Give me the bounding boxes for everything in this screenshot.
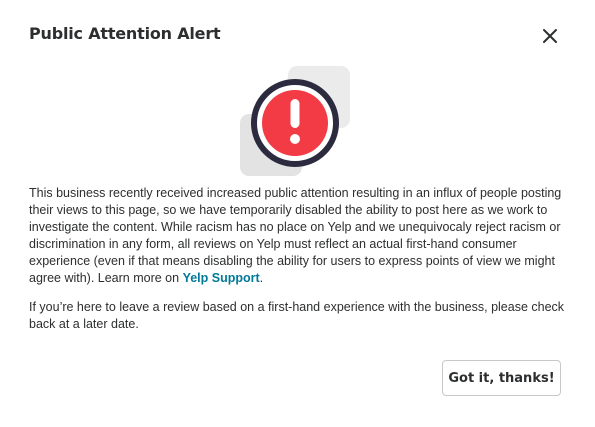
- modal-body: This business recently received increase…: [29, 185, 565, 333]
- exclamation-bar: [290, 99, 300, 128]
- public-attention-alert-modal: Public Attention Alert This business rec…: [0, 0, 595, 427]
- alert-paragraph-1-end: .: [259, 271, 264, 285]
- got-it-button[interactable]: Got it, thanks!: [442, 360, 561, 396]
- alert-illustration: [238, 66, 354, 182]
- alert-paragraph-1: This business recently received increase…: [29, 185, 565, 287]
- alert-paragraph-2: If you’re here to leave a review based o…: [29, 300, 565, 331]
- modal-title: Public Attention Alert: [29, 24, 221, 43]
- exclamation-alert-icon: [240, 66, 350, 176]
- exclamation-dot: [290, 134, 300, 144]
- close-icon: [543, 29, 557, 43]
- close-button[interactable]: [540, 26, 560, 46]
- yelp-support-link[interactable]: Yelp Support: [183, 271, 260, 285]
- alert-paragraph-1-text: This business recently received increase…: [29, 186, 562, 285]
